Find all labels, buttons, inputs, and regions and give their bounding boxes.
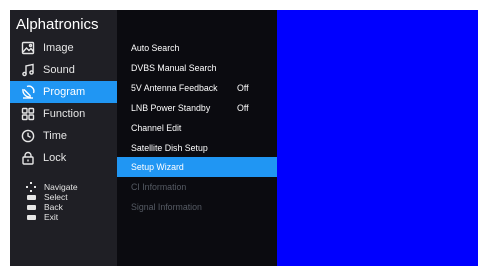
nav-item-program[interactable]: Program — [10, 81, 117, 103]
nav-label-time: Time — [43, 130, 68, 142]
menu-item-label: Satellite Dish Setup — [131, 143, 208, 153]
clock-icon — [21, 129, 35, 143]
back-key-icon — [25, 204, 37, 210]
program-submenu: Auto Search DVBS Manual Search 5V Antenn… — [117, 10, 277, 266]
menu-item-label: Setup Wizard — [131, 162, 184, 172]
ok-key-icon — [25, 194, 37, 200]
menu-item-5v-antenna-feedback[interactable]: 5V Antenna Feedback Off — [117, 78, 277, 98]
help-row-select: Select — [10, 192, 117, 202]
nav-label-program: Program — [43, 86, 86, 98]
menu-item-label: CI Information — [131, 182, 187, 192]
menu-item-label: 5V Antenna Feedback — [131, 83, 218, 93]
menu-item-label: Auto Search — [131, 43, 180, 53]
menu-item-satellite-dish-setup[interactable]: Satellite Dish Setup — [117, 138, 277, 158]
nav-item-lock[interactable]: Lock — [10, 147, 117, 169]
exit-key-icon — [25, 214, 37, 220]
help-row-back: Back — [10, 202, 117, 212]
menu-item-auto-search[interactable]: Auto Search — [117, 38, 277, 58]
help-row-navigate: Navigate — [10, 182, 117, 192]
help-label-back: Back — [44, 202, 63, 212]
menu-item-channel-edit[interactable]: Channel Edit — [117, 118, 277, 138]
menu-item-setup-wizard[interactable]: Setup Wizard — [117, 157, 277, 177]
music-note-icon — [21, 63, 35, 77]
help-label-exit: Exit — [44, 212, 59, 222]
grid-icon — [21, 107, 35, 121]
help-label-select: Select — [44, 192, 68, 202]
menu-item-label: Channel Edit — [131, 123, 182, 133]
nav-item-image[interactable]: Image — [10, 37, 117, 59]
image-icon — [21, 41, 35, 55]
menu-item-label: Signal Information — [131, 202, 202, 212]
lock-icon — [21, 151, 35, 165]
nav-item-function[interactable]: Function — [10, 103, 117, 125]
menu-item-lnb-power-standby[interactable]: LNB Power Standby Off — [117, 98, 277, 118]
sidebar: Alphatronics Image Sound Program Functio… — [10, 10, 117, 266]
video-preview — [277, 10, 478, 266]
nav-label-lock: Lock — [43, 152, 67, 164]
nav-label-sound: Sound — [43, 64, 75, 76]
menu-item-signal-information: Signal Information — [117, 197, 277, 217]
navigate-key-icon — [25, 182, 37, 192]
menu-item-dvbs-manual-search[interactable]: DVBS Manual Search — [117, 58, 277, 78]
menu-item-ci-information: CI Information — [117, 177, 277, 197]
satellite-icon — [21, 85, 35, 99]
menu-item-value: Off — [237, 103, 249, 113]
help-row-exit: Exit — [10, 212, 117, 222]
menu-item-value: Off — [237, 83, 249, 93]
brand-title: Alphatronics — [16, 16, 99, 33]
tv-screen: Alphatronics Image Sound Program Functio… — [10, 10, 478, 266]
nav-item-time[interactable]: Time — [10, 125, 117, 147]
menu-item-label: DVBS Manual Search — [131, 63, 217, 73]
menu-item-label: LNB Power Standby — [131, 103, 211, 113]
nav-item-sound[interactable]: Sound — [10, 59, 117, 81]
help-legend: Navigate Select Back Exit — [10, 182, 117, 222]
nav-label-function: Function — [43, 108, 86, 120]
nav-label-image: Image — [43, 42, 74, 54]
help-label-navigate: Navigate — [44, 182, 78, 192]
